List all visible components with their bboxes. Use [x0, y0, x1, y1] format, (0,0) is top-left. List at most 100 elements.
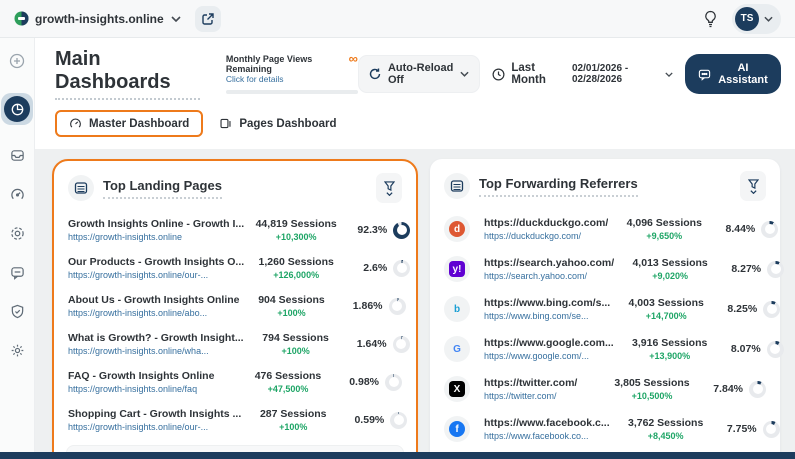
change-badge: +10,500%: [631, 391, 673, 401]
referrer-row[interactable]: y! https://search.yahoo.com/https://sear…: [442, 249, 785, 289]
sessions-value: 3,916 Sessions: [632, 337, 708, 349]
date-range-selector[interactable]: 02/01/2026 - 02/28/2026: [572, 63, 673, 85]
pie-chart-icon: [11, 103, 24, 116]
auto-reload-dropdown[interactable]: Auto-Reload Off: [357, 55, 481, 93]
landing-page-row[interactable]: FAQ - Growth Insights Online https://grow…: [66, 363, 404, 401]
progress-ring: [385, 373, 402, 391]
facebook-favicon-icon: f: [444, 416, 470, 442]
gauge-icon: [69, 117, 82, 130]
landing-page-row[interactable]: What is Growth? - Growth Insight... https…: [66, 325, 410, 363]
referrer-row[interactable]: b https://www.bing.com/s... https://www.b…: [442, 289, 781, 329]
refresh-icon: [369, 68, 381, 80]
page-title-text: Growth Insights Online - Growth I...: [68, 218, 245, 230]
referrer-url-link[interactable]: https://duckduckgo.com/: [484, 231, 608, 241]
top-forwarding-referrers-card: Top Forwarding Referrers d https://duckd…: [430, 159, 785, 459]
period-selector[interactable]: Last Month: [492, 62, 560, 86]
referrer-title-text: https://duckduckgo.com/: [484, 217, 609, 229]
external-link-icon: [201, 12, 214, 25]
gauge-icon[interactable]: [6, 183, 28, 205]
referrer-title-text: https://www.bing.com/s...: [484, 297, 611, 309]
change-badge: +100%: [277, 308, 306, 318]
inbox-icon[interactable]: [6, 144, 28, 166]
page-header: Main Dashboards Monthly Page Views Remai…: [35, 38, 795, 149]
sessions-value: 476 Sessions: [254, 370, 322, 382]
progress-ring: [767, 260, 785, 278]
page-title-text: About Us - Growth Insights Online: [68, 294, 240, 306]
dashboard-content: Top Landing Pages Growth Insights Online…: [35, 149, 795, 459]
page-url-link[interactable]: https://growth-insights.online/abo...: [68, 308, 240, 318]
bottom-bar: [0, 452, 795, 459]
referrer-row[interactable]: G https://www.google.com... https://www.g…: [442, 329, 784, 369]
referrer-row[interactable]: d https://duckduckgo.com/https://duckduc…: [442, 209, 779, 249]
landing-page-row[interactable]: Growth Insights Online - Growth I... http…: [66, 211, 411, 249]
percent-value: 0.59%: [354, 414, 385, 426]
sessions-value: 4,003 Sessions: [628, 297, 704, 309]
ai-assistant-label: AI Assistant: [718, 62, 768, 86]
pageviews-remaining: Monthly Page Views Remaining Click for d…: [225, 52, 358, 94]
referrer-row[interactable]: X https://twitter.com/https://twitter.co…: [442, 369, 768, 409]
page-title-text: FAQ - Growth Insights Online: [68, 370, 215, 382]
filter-button[interactable]: [740, 171, 766, 201]
progress-ring: [762, 420, 780, 438]
referrer-title-text: https://www.google.com...: [484, 337, 614, 349]
open-site-button[interactable]: [194, 5, 221, 32]
page-url-link[interactable]: https://growth-insights.online/our-...: [68, 422, 241, 432]
sessions-value: 3,762 Sessions: [627, 417, 704, 429]
lightbulb-icon[interactable]: [703, 10, 718, 28]
tab-label: Master Dashboard: [89, 117, 190, 130]
change-badge: +126,000%: [273, 270, 320, 280]
date-range-value: 02/01/2026 - 02/28/2026: [572, 63, 629, 85]
referrer-url-link[interactable]: https://search.yahoo.com/: [484, 271, 614, 281]
avatar: TS: [735, 6, 759, 31]
referrer-url-link[interactable]: https://www.bing.com/se...: [484, 311, 610, 321]
progress-ring: [392, 335, 410, 353]
sidebar-item-dashboards[interactable]: [1, 93, 33, 125]
page-title-text: Shopping Cart - Growth Insights ...: [68, 408, 242, 420]
change-badge: +100%: [279, 422, 308, 432]
user-menu[interactable]: TS: [732, 3, 781, 34]
landing-page-row[interactable]: About Us - Growth Insights Online https:/…: [66, 287, 406, 325]
yahoo-favicon-icon: y!: [444, 256, 470, 282]
period-label: Last Month: [511, 62, 546, 86]
percent-value: 8.27%: [731, 263, 762, 275]
chevron-down-icon: [171, 15, 181, 22]
sessions-value: 794 Sessions: [262, 332, 329, 344]
referrer-row[interactable]: f https://www.facebook.c... https://www.f…: [442, 409, 780, 449]
change-badge: +8,450%: [647, 431, 684, 441]
tab-master-dashboard[interactable]: Master Dashboard: [55, 110, 204, 137]
progress-ring: [393, 221, 411, 239]
sessions-value: 904 Sessions: [258, 294, 325, 306]
chevron-down-icon: [764, 16, 773, 22]
change-badge: +47,500%: [267, 384, 309, 394]
tab-pages-dashboard[interactable]: Pages Dashboard: [219, 117, 337, 130]
page-url-link[interactable]: https://growth-insights.online/wha...: [68, 346, 244, 356]
page-url-link[interactable]: https://growth-insights.online: [68, 232, 244, 242]
auto-reload-label: Auto-Reload Off: [387, 62, 454, 86]
pageviews-details-link[interactable]: Click for details: [226, 74, 349, 84]
landing-page-row[interactable]: Shopping Cart - Growth Insights ... https…: [66, 401, 408, 439]
progress-ring: [388, 297, 406, 315]
referrer-url-link[interactable]: https://www.google.com/...: [484, 351, 614, 361]
site-name: growth-insights.online: [35, 11, 164, 26]
referrer-title-text: https://www.facebook.c...: [484, 417, 610, 429]
landing-page-row[interactable]: Our Products - Growth Insights O... https…: [66, 249, 411, 287]
circle-plus-icon[interactable]: [6, 50, 28, 72]
page-url-link[interactable]: https://growth-insights.online/our-...: [68, 270, 244, 280]
chevron-down-icon: [460, 71, 469, 77]
tab-label: Pages Dashboard: [239, 117, 337, 130]
percent-value: 92.3%: [357, 224, 388, 236]
percent-value: 8.25%: [727, 303, 758, 315]
referrer-url-link[interactable]: https://www.facebook.co...: [484, 431, 610, 441]
gear-icon[interactable]: [6, 339, 28, 361]
site-selector[interactable]: growth-insights.online: [35, 12, 181, 26]
filter-button[interactable]: [376, 173, 402, 203]
shield-check-icon[interactable]: [6, 300, 28, 322]
duckduckgo-favicon-icon: d: [444, 216, 470, 242]
ai-assistant-button[interactable]: AI Assistant: [684, 54, 781, 94]
chat-icon[interactable]: [6, 261, 28, 283]
page-title-text: Our Products - Growth Insights O...: [68, 256, 245, 268]
page-url-link[interactable]: https://growth-insights.online/faq: [68, 384, 236, 394]
referrer-url-link[interactable]: https://twitter.com/: [484, 391, 596, 401]
target-icon[interactable]: [6, 222, 28, 244]
referrer-title-text: https://search.yahoo.com/: [484, 257, 615, 269]
